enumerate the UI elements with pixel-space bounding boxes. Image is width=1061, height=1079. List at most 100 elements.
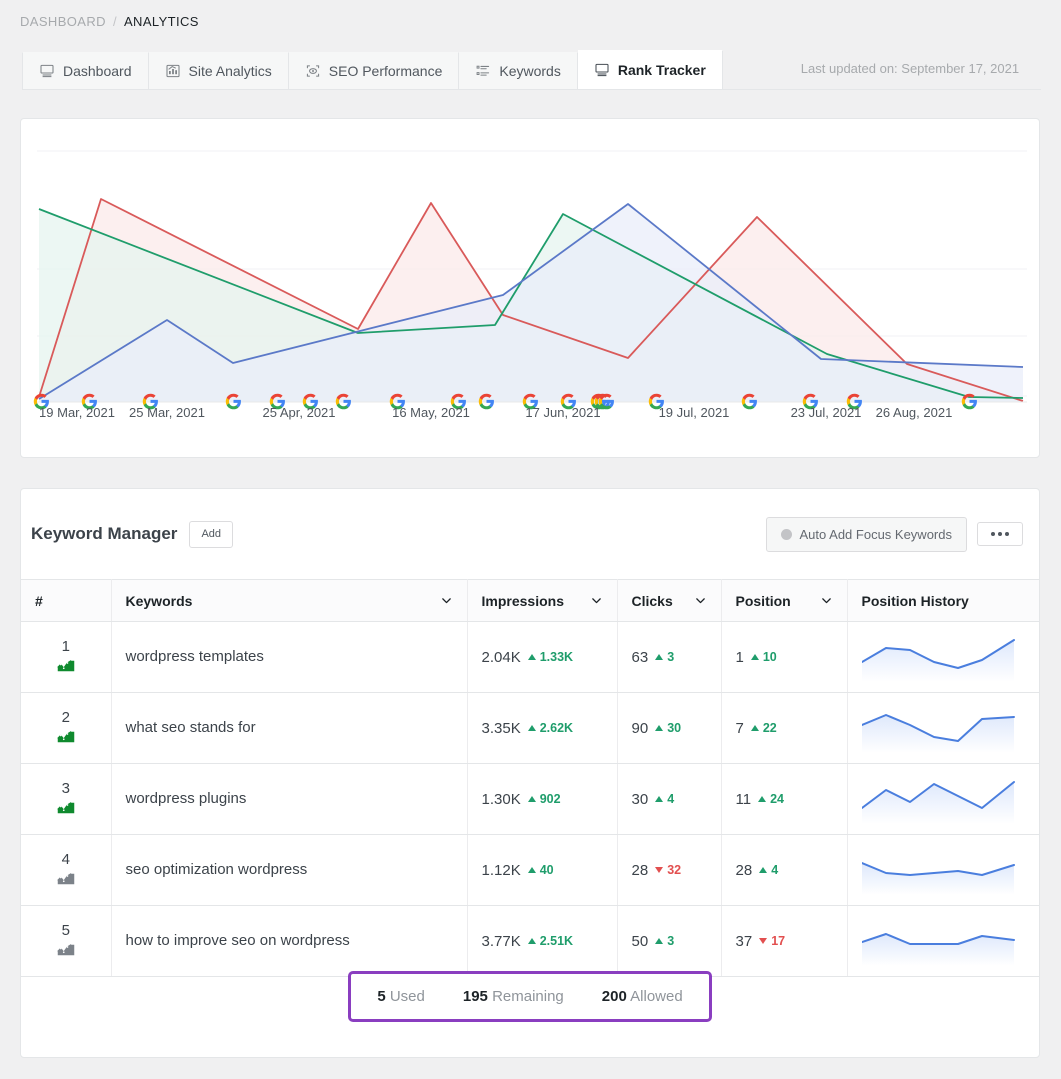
more-options-button[interactable] <box>977 522 1023 546</box>
x-axis-tick-label: 25 Apr, 2021 <box>262 405 335 420</box>
clicks-cell: 63 3 <box>617 622 721 693</box>
auto-add-focus-keywords-button[interactable]: Auto Add Focus Keywords <box>766 517 967 552</box>
position-history-sparkline <box>862 774 1022 824</box>
keyword-cell[interactable]: wordpress templates <box>111 622 467 693</box>
rank-chart[interactable]: 19 Mar, 2021 25 Mar, 2021 25 Apr, 2021 16 M… <box>21 119 1039 457</box>
impressions-delta: 2.62K <box>528 721 573 735</box>
position-history-cell <box>847 764 1039 835</box>
table-row[interactable]: 1 wordpress templates 2.04K 1.33K 63 3 <box>21 622 1039 693</box>
chart-x-axis-labels: 19 Mar, 2021 25 Mar, 2021 25 Apr, 2021 16 M… <box>21 405 1039 435</box>
keyword-table-head: # Keywords Impressions <box>21 580 1039 622</box>
position-delta-value: 10 <box>763 650 777 664</box>
keyword-manager-actions: Auto Add Focus Keywords <box>766 517 1023 552</box>
quota-used: 5 Used <box>377 988 425 1005</box>
clicks: 28 32 <box>632 862 707 879</box>
list-icon <box>475 63 491 79</box>
clicks-cell: 90 30 <box>617 693 721 764</box>
tab-site-analytics[interactable]: Site Analytics <box>149 52 289 89</box>
keyword-text: what seo stands for <box>126 719 256 736</box>
chevron-down-icon <box>694 594 707 607</box>
column-header-number: # <box>21 580 111 622</box>
tab-underline <box>22 89 1041 90</box>
position-cell: 11 24 <box>721 764 847 835</box>
table-row[interactable]: 2 what seo stands for 3.35K 2.62K 90 30 <box>21 693 1039 764</box>
impressions-cell: 2.04K 1.33K <box>467 622 617 693</box>
chevron-down-icon <box>440 594 453 607</box>
position-delta-value: 4 <box>771 863 778 877</box>
position: 7 22 <box>736 720 833 737</box>
add-keyword-button[interactable]: Add <box>189 521 233 548</box>
keyword-text: seo optimization wordpress <box>126 861 308 878</box>
breadcrumb-root[interactable]: DASHBOARD <box>20 14 106 29</box>
impressions-delta-value: 902 <box>540 792 561 806</box>
column-label-impressions: Impressions <box>482 593 564 609</box>
column-header-keywords[interactable]: Keywords <box>111 580 467 622</box>
keyword-cell[interactable]: seo optimization wordpress <box>111 835 467 906</box>
chevron-down-icon <box>820 594 833 607</box>
breadcrumb-current: ANALYTICS <box>124 14 199 29</box>
tab-dashboard[interactable]: Dashboard <box>22 52 149 89</box>
column-header-position[interactable]: Position <box>721 580 847 622</box>
column-label-clicks: Clicks <box>632 593 673 609</box>
x-axis-tick-label: 23 Jul, 2021 <box>791 405 862 420</box>
impressions: 1.30K 902 <box>482 791 603 808</box>
table-row[interactable]: 3 wordpress plugins 1.30K 902 30 4 <box>21 764 1039 835</box>
dot-icon <box>998 532 1002 536</box>
keyword-text: wordpress plugins <box>126 790 247 807</box>
row-number-cell: 2 <box>21 693 111 764</box>
row-number-cell: 1 <box>21 622 111 693</box>
arrow-up-icon <box>528 654 536 660</box>
keyword-table: # Keywords Impressions <box>21 579 1039 977</box>
position-history-sparkline <box>862 703 1022 753</box>
column-label-position-history: Position History <box>862 593 969 609</box>
x-axis-tick-label: 25 Mar, 2021 <box>129 405 205 420</box>
breadcrumb: DASHBOARD / ANALYTICS <box>20 14 199 29</box>
table-row[interactable]: 4 seo optimization wordpress 1.12K 40 28… <box>21 835 1039 906</box>
row-number: 2 <box>35 710 97 726</box>
tab-keywords[interactable]: Keywords <box>459 52 577 89</box>
position-value: 11 <box>736 791 752 808</box>
position-value: 1 <box>736 649 744 666</box>
tab-rank-tracker[interactable]: Rank Tracker <box>578 50 723 89</box>
column-header-clicks[interactable]: Clicks <box>617 580 721 622</box>
tab-seo-performance[interactable]: SEO Performance <box>289 52 460 89</box>
clicks-value: 63 <box>632 649 649 666</box>
keyword-manager-card: Keyword Manager Add Auto Add Focus Keywo… <box>20 488 1040 1058</box>
impressions: 1.12K 40 <box>482 862 603 879</box>
toggle-indicator-icon <box>781 529 792 540</box>
impressions: 2.04K 1.33K <box>482 649 603 666</box>
column-label-number: # <box>35 593 43 609</box>
quota-box: 5 Used 195 Remaining 200 Allowed <box>348 971 711 1022</box>
tab-label: Keywords <box>499 63 560 79</box>
tab-bar: Dashboard Site Analytics SEO Performance… <box>22 51 1061 89</box>
impressions-cell: 1.12K 40 <box>467 835 617 906</box>
keyword-cell[interactable]: wordpress plugins <box>111 764 467 835</box>
rank-chart-card: 19 Mar, 2021 25 Mar, 2021 25 Apr, 2021 16 M… <box>20 118 1040 458</box>
position: 1 10 <box>736 649 833 666</box>
keyword-manager-header: Keyword Manager Add Auto Add Focus Keywo… <box>21 489 1039 579</box>
x-axis-tick-label: 19 Mar, 2021 <box>39 405 115 420</box>
row-number: 4 <box>35 852 97 868</box>
quota-used-value: 5 <box>377 988 385 1005</box>
column-header-impressions[interactable]: Impressions <box>467 580 617 622</box>
clicks-cell: 30 4 <box>617 764 721 835</box>
arrow-up-icon <box>528 725 536 731</box>
row-number: 1 <box>35 639 97 655</box>
arrow-up-icon <box>759 867 767 873</box>
impressions-value: 2.04K <box>482 649 521 666</box>
keyword-cell[interactable]: what seo stands for <box>111 693 467 764</box>
position: 28 4 <box>736 862 833 879</box>
quota-allowed-value: 200 <box>602 988 627 1005</box>
impressions-delta: 902 <box>528 792 561 806</box>
dot-icon <box>1005 532 1009 536</box>
position-delta: 10 <box>751 650 777 664</box>
impressions-delta: 40 <box>528 863 554 877</box>
x-axis-tick-label: 17 Jun, 2021 <box>525 405 600 420</box>
position-history-cell <box>847 622 1039 693</box>
impressions-cell: 1.30K 902 <box>467 764 617 835</box>
clicks-delta-value: 4 <box>667 792 674 806</box>
keyword-table-body: 1 wordpress templates 2.04K 1.33K 63 3 <box>21 622 1039 977</box>
chevron-down-icon <box>590 594 603 607</box>
clicks-delta: 3 <box>655 650 674 664</box>
x-axis-tick-label: 16 May, 2021 <box>392 405 470 420</box>
